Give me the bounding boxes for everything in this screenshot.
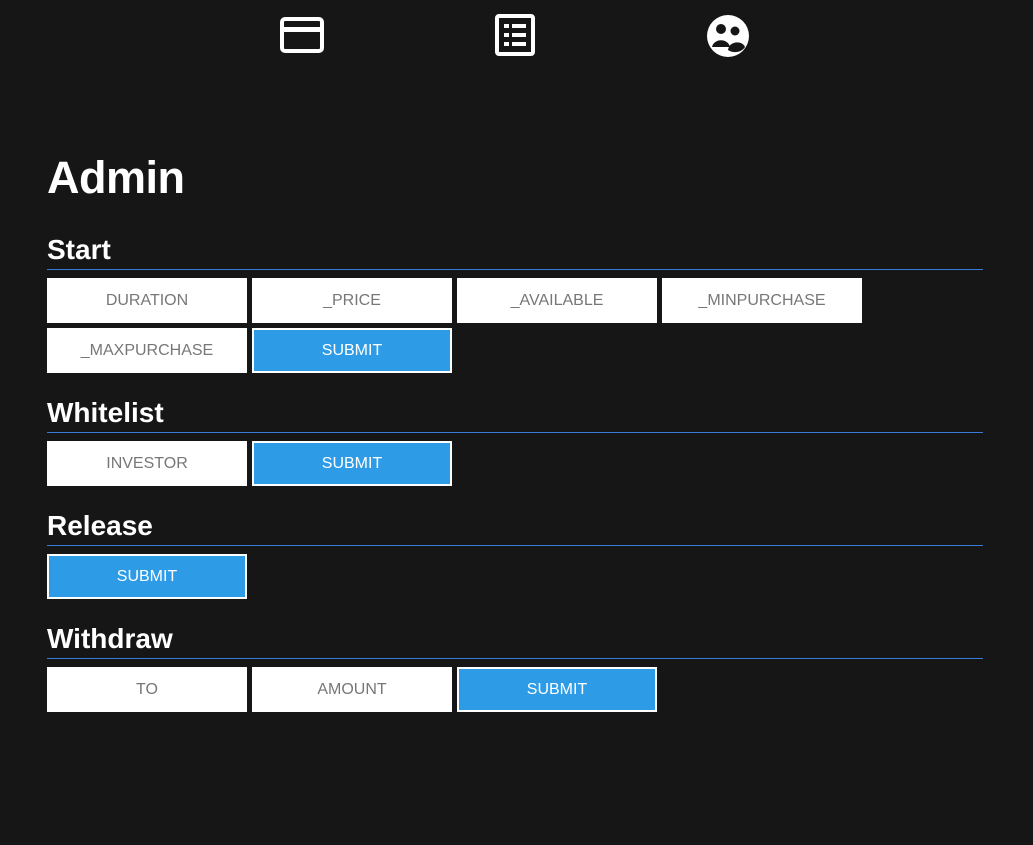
- withdraw-form: SUBMIT: [47, 667, 867, 712]
- section-withdraw: Withdraw SUBMIT: [47, 621, 983, 712]
- release-submit-button[interactable]: SUBMIT: [47, 554, 247, 599]
- minpurchase-input[interactable]: [662, 278, 862, 323]
- section-title-whitelist: Whitelist: [47, 395, 983, 433]
- section-title-release: Release: [47, 508, 983, 546]
- maxpurchase-input[interactable]: [47, 328, 247, 373]
- section-whitelist: Whitelist SUBMIT: [47, 395, 983, 486]
- whitelist-form: SUBMIT: [47, 441, 867, 486]
- nav-credit-card-button[interactable]: [280, 14, 324, 58]
- whitelist-submit-button[interactable]: SUBMIT: [252, 441, 452, 486]
- users-icon: [706, 14, 750, 58]
- section-start: Start SUBMIT: [47, 232, 983, 373]
- duration-input[interactable]: [47, 278, 247, 323]
- page-title: Admin: [47, 152, 185, 203]
- to-input[interactable]: [47, 667, 247, 712]
- available-input[interactable]: [457, 278, 657, 323]
- credit-card-icon: [280, 16, 324, 56]
- top-nav: [0, 0, 1033, 80]
- start-submit-button[interactable]: SUBMIT: [252, 328, 452, 373]
- nav-list-button[interactable]: [493, 14, 537, 58]
- section-release: Release SUBMIT: [47, 508, 983, 599]
- section-title-withdraw: Withdraw: [47, 621, 983, 659]
- nav-users-button[interactable]: [706, 14, 750, 58]
- list-icon: [493, 14, 537, 58]
- investor-input[interactable]: [47, 441, 247, 486]
- start-form: SUBMIT: [47, 278, 867, 373]
- amount-input[interactable]: [252, 667, 452, 712]
- withdraw-submit-button[interactable]: SUBMIT: [457, 667, 657, 712]
- price-input[interactable]: [252, 278, 452, 323]
- admin-panel: Admin Start SUBMIT Whitelist SUBMIT Rele…: [47, 150, 983, 712]
- release-form: SUBMIT: [47, 554, 867, 599]
- section-title-start: Start: [47, 232, 983, 270]
